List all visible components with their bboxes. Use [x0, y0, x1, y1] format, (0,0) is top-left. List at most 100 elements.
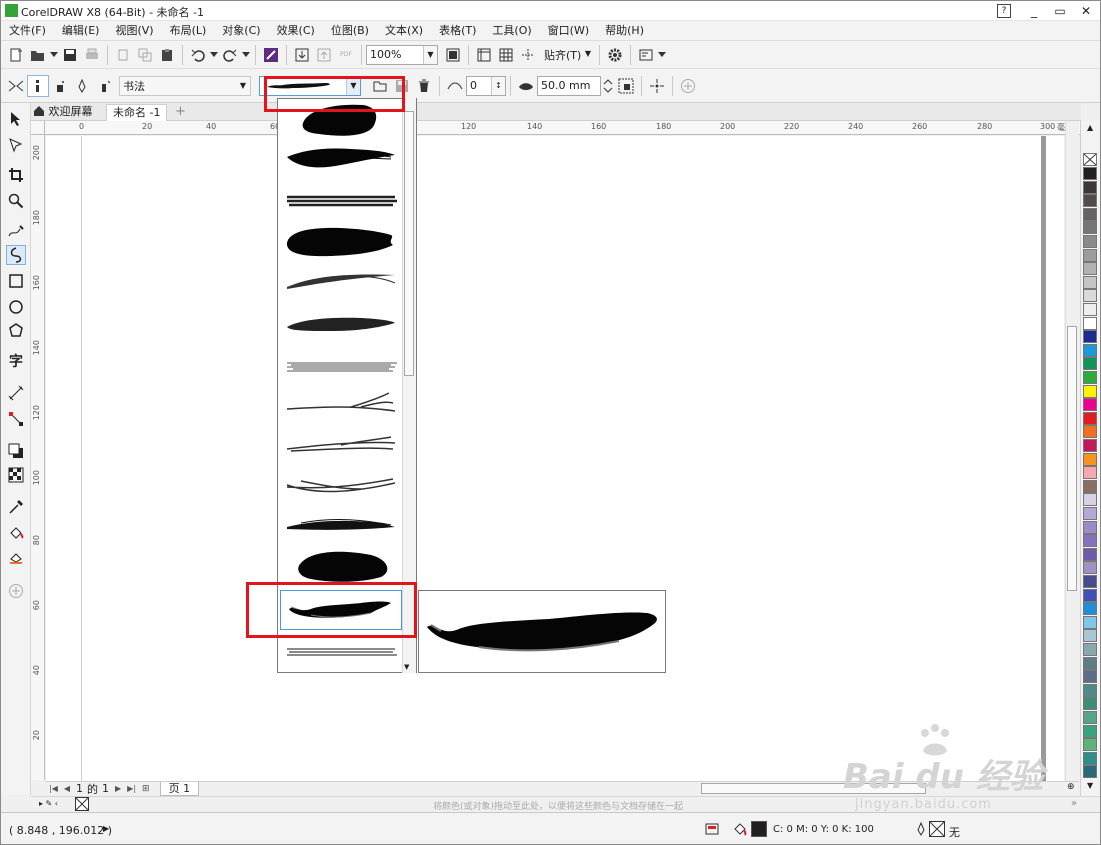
interactive-fill-tool-icon[interactable]	[6, 523, 26, 543]
options-gear-icon[interactable]	[604, 44, 626, 66]
tab-document[interactable]: 未命名 -1	[106, 104, 168, 121]
dropdown-scroll-down-icon[interactable]: ▼	[404, 663, 409, 671]
smart-fill-tool-icon[interactable]	[6, 547, 26, 567]
chevron-down-icon[interactable]: ▼	[423, 45, 437, 64]
import-icon[interactable]	[291, 44, 313, 66]
bounding-box-icon[interactable]	[646, 75, 668, 97]
help-window-icon[interactable]: ?	[997, 4, 1011, 18]
restore-button[interactable]: ▭	[1049, 3, 1071, 19]
full-screen-preview-icon[interactable]	[442, 44, 464, 66]
preset-category-combo[interactable]: 书法 ▼	[119, 75, 251, 96]
application-launcher-icon[interactable]	[635, 44, 657, 66]
brush-stroke-option[interactable]	[281, 467, 401, 505]
calligraphic-mode-icon[interactable]	[71, 75, 93, 97]
brush-stroke-option[interactable]	[281, 139, 401, 177]
save-icon[interactable]	[59, 44, 81, 66]
palette-swatch[interactable]	[1083, 588, 1097, 602]
add-page-icon[interactable]: ⊞	[142, 784, 150, 794]
smoothing-stepper[interactable]: 0 ↕	[466, 75, 506, 96]
launcher-dropdown-icon[interactable]	[657, 44, 667, 66]
minimize-button[interactable]: _	[1023, 3, 1045, 19]
eyedropper-tool-icon[interactable]	[6, 497, 26, 517]
menu-edit[interactable]: 编辑(E)	[54, 21, 108, 41]
zoom-level-combo[interactable]: 100% ▼	[366, 44, 438, 65]
palette-swatch[interactable]	[1083, 561, 1097, 575]
palette-swatch[interactable]	[1083, 262, 1097, 276]
menu-table[interactable]: 表格(T)	[431, 21, 484, 41]
palette-swatch[interactable]	[1083, 643, 1097, 656]
status-expand-icon[interactable]: ▶	[103, 824, 109, 833]
copy-icon[interactable]	[134, 44, 156, 66]
no-color-swatch[interactable]	[1083, 153, 1097, 166]
next-page-icon[interactable]: ▶	[115, 784, 121, 793]
export-pdf-icon[interactable]: PDF	[335, 44, 357, 66]
tab-welcome-screen[interactable]: 欢迎屏幕	[31, 104, 99, 121]
undo-dropdown-icon[interactable]	[209, 44, 219, 66]
undo-icon[interactable]	[187, 44, 209, 66]
stroke-width-icon[interactable]	[515, 75, 537, 97]
redo-icon[interactable]	[219, 44, 241, 66]
pick-tool-icon[interactable]	[6, 109, 26, 129]
brush-stroke-option[interactable]	[281, 387, 401, 425]
palette-swatch[interactable]	[1083, 303, 1097, 316]
transparency-tool-icon[interactable]	[6, 465, 26, 485]
stepper-arrows-icon[interactable]: ↕	[491, 76, 505, 95]
menu-effects[interactable]: 效果(C)	[269, 21, 323, 41]
palette-swatch[interactable]	[1083, 466, 1097, 480]
ellipse-tool-icon[interactable]	[6, 297, 26, 317]
drawing-canvas[interactable]	[46, 136, 1064, 781]
export-icon[interactable]	[313, 44, 335, 66]
last-page-icon[interactable]: ▶|	[127, 784, 136, 793]
palette-swatch[interactable]	[1083, 316, 1097, 330]
preset-mode-icon[interactable]	[5, 75, 27, 97]
rectangle-tool-icon[interactable]	[6, 271, 26, 291]
add-tool-icon[interactable]	[6, 581, 26, 601]
palette-swatch[interactable]	[1083, 493, 1097, 507]
color-proof-icon[interactable]	[705, 822, 719, 836]
close-button[interactable]: ✕	[1075, 3, 1097, 19]
open-folder-icon[interactable]	[27, 44, 49, 66]
brush-stroke-option[interactable]	[281, 635, 401, 665]
paste-icon[interactable]	[156, 44, 178, 66]
palette-swatch[interactable]	[1083, 615, 1097, 629]
dropdown-scroll-thumb[interactable]	[404, 111, 414, 376]
connector-tool-icon[interactable]	[6, 409, 26, 429]
freehand-tool-icon[interactable]	[6, 221, 26, 241]
stroke-width-stepper-icon[interactable]	[601, 75, 615, 97]
palette-swatch[interactable]	[1083, 180, 1097, 194]
menu-bitmaps[interactable]: 位图(B)	[323, 21, 377, 41]
ruler-origin[interactable]	[31, 121, 45, 135]
palette-swatch[interactable]	[1083, 248, 1097, 262]
brush-stroke-option[interactable]	[281, 427, 401, 465]
drop-shadow-tool-icon[interactable]	[6, 441, 26, 461]
palette-scroll-up-icon[interactable]: ▲	[1087, 123, 1093, 132]
menu-text[interactable]: 文本(X)	[377, 21, 431, 41]
brush-stroke-option[interactable]	[281, 507, 401, 545]
palette-menu-icon[interactable]: ▸ ✎ ‹	[39, 799, 58, 808]
text-tool-icon[interactable]: 字	[6, 351, 26, 371]
brush-mode-icon[interactable]	[27, 74, 49, 97]
no-color-icon[interactable]	[75, 797, 89, 811]
add-tab-button[interactable]: +	[169, 104, 192, 121]
expression-mode-icon[interactable]	[93, 75, 115, 97]
palette-swatch[interactable]	[1083, 697, 1097, 711]
brush-stroke-option[interactable]	[281, 347, 401, 385]
horizontal-ruler[interactable]: 0 20 40 60 80 100 120 140 160 180 200 22…	[45, 121, 1081, 135]
menu-window[interactable]: 窗口(W)	[540, 21, 597, 41]
outline-color-swatch[interactable]	[929, 821, 945, 837]
sprayer-mode-icon[interactable]	[49, 75, 71, 97]
palette-swatch[interactable]	[1083, 194, 1097, 208]
palette-swatch[interactable]	[1083, 398, 1097, 412]
new-document-icon[interactable]	[5, 44, 27, 66]
palette-swatch[interactable]	[1083, 547, 1097, 561]
palette-swatch[interactable]	[1083, 411, 1097, 425]
artistic-media-tool-icon[interactable]	[6, 245, 26, 265]
dimension-tool-icon[interactable]	[6, 383, 26, 403]
palette-swatch[interactable]	[1083, 289, 1097, 303]
brush-stroke-option[interactable]	[281, 181, 401, 219]
palette-swatch[interactable]	[1083, 575, 1097, 588]
zoom-tool-icon[interactable]	[6, 191, 26, 211]
print-icon[interactable]	[81, 44, 103, 66]
palette-swatch[interactable]	[1083, 656, 1097, 670]
palette-swatch[interactable]	[1083, 629, 1097, 643]
